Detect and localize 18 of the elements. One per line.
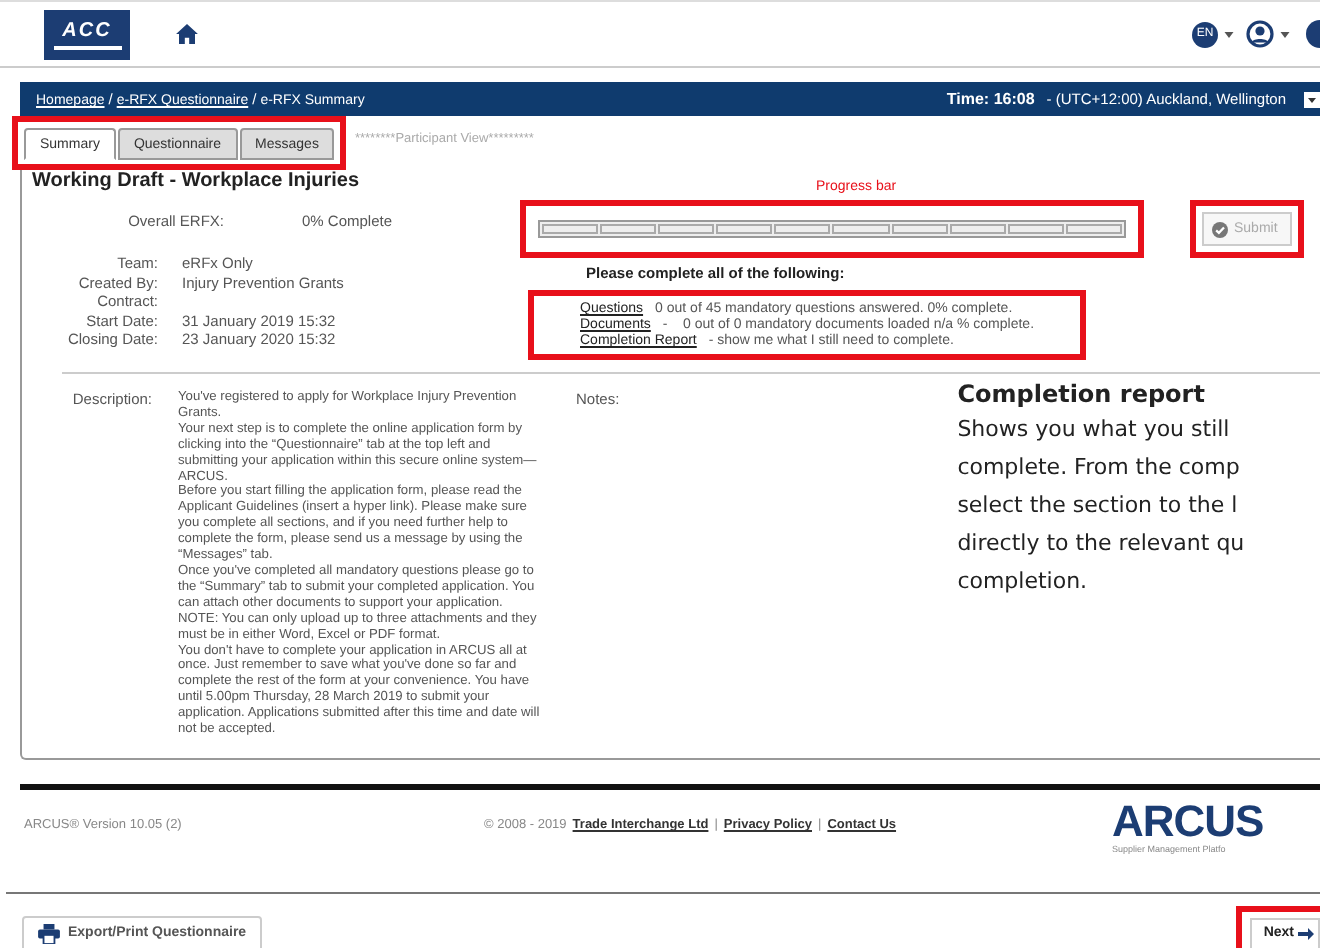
logo[interactable]: ACC <box>44 9 130 59</box>
callout-text: select the section to the l <box>957 490 1240 522</box>
callout-text: completion. <box>957 566 1090 598</box>
caret-icon <box>1280 31 1290 37</box>
callout-heading: Completion report <box>957 378 1207 410</box>
dropdown-icon[interactable] <box>1304 91 1320 107</box>
caret-icon <box>1224 31 1234 37</box>
callout-text: complete. From the comp <box>957 452 1242 484</box>
arrow-icon <box>1298 925 1314 942</box>
brand-logo: ARCUS <box>1112 799 1264 844</box>
time-label: Time: 16:08 <box>946 90 1035 108</box>
check-icon <box>1212 221 1228 237</box>
page-title: Working Draft - Workplace Injuries <box>32 170 360 192</box>
home-icon[interactable] <box>176 24 198 44</box>
user-icon[interactable] <box>1246 20 1274 48</box>
callout-text: Shows you what you still <box>957 414 1232 446</box>
printer-icon <box>38 923 60 944</box>
callout-text: directly to the relevant qu <box>957 528 1245 560</box>
